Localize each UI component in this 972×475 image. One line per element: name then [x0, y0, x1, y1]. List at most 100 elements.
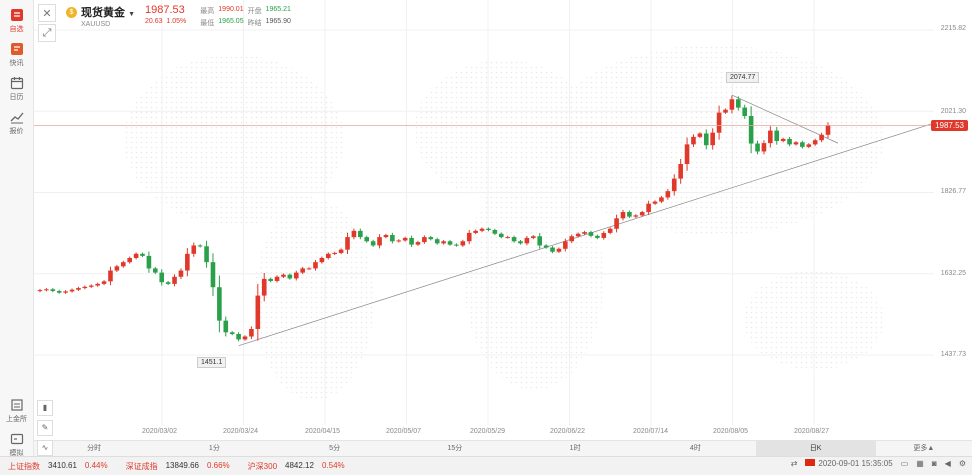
sidebar-item-quote[interactable]: 报价 — [0, 106, 33, 140]
candle-body — [511, 237, 517, 242]
x-tick: 2020/05/29 — [470, 428, 506, 435]
candle-body — [364, 237, 370, 242]
candle-body — [825, 125, 831, 135]
candle-body — [306, 268, 312, 270]
candle-body — [377, 237, 382, 246]
candle-body — [140, 253, 145, 256]
high-annotation: 2074.77 — [726, 72, 760, 83]
candle-body — [665, 191, 671, 198]
tab-period-4h[interactable]: 4时 — [635, 441, 755, 456]
candle-body — [697, 133, 703, 137]
close-icon: ✕ — [42, 7, 52, 20]
tab-period-5m[interactable]: 5分 — [275, 441, 395, 456]
candle-body — [736, 99, 741, 108]
y-tick: 2215.82 — [940, 25, 966, 32]
volume-icon[interactable]: ◀ — [945, 459, 951, 468]
candle-body — [768, 130, 773, 144]
index-value: 3410.61 — [48, 460, 77, 470]
settings-icon[interactable]: ⚙ — [959, 459, 966, 468]
window-icon[interactable]: ▭ — [901, 459, 909, 468]
tab-period-more[interactable]: 更多▲ — [876, 441, 972, 456]
candle-body — [332, 252, 337, 254]
datetime-text: 2020-09-01 15:35:05 — [818, 459, 893, 468]
index-ticker-hs300[interactable]: 沪深300 4842.12 0.54% — [248, 461, 345, 472]
sidebar-item-watchlist[interactable]: 自选 — [0, 4, 33, 38]
candle-body — [614, 218, 619, 229]
candle-body — [146, 255, 152, 269]
candle-body — [358, 230, 363, 238]
x-tick: 2020/04/15 — [305, 428, 341, 435]
candle-body — [293, 272, 299, 279]
draw-line-button[interactable]: ✎ — [37, 420, 53, 436]
tab-period-1m[interactable]: 1分 — [154, 441, 274, 456]
stat-label-open: 开盘 — [247, 8, 262, 15]
candle-body — [428, 237, 434, 240]
candle-body — [748, 115, 754, 144]
expand-button[interactable]: ⤢ — [38, 24, 56, 42]
close-button[interactable]: ✕ — [38, 4, 56, 22]
candlestick-chart[interactable] — [34, 0, 972, 440]
candle-body — [255, 295, 261, 329]
candle-body — [313, 262, 318, 269]
quote-icon — [10, 112, 23, 124]
layout-icon[interactable]: ▦ — [916, 459, 924, 468]
indicator-button[interactable]: ▮ — [37, 400, 53, 416]
sidebar-item-news[interactable]: 快讯 — [0, 38, 33, 72]
candle-body — [165, 282, 171, 284]
symbol-selector[interactable]: $ 现货黄金 ▼ XAUUSD — [66, 4, 135, 28]
stat-label-high: 最高 — [200, 8, 215, 15]
candle-body — [780, 138, 786, 142]
candle-body — [204, 246, 209, 263]
candle-body — [486, 228, 491, 230]
candle-body — [620, 212, 626, 219]
gold-coin-icon: $ — [66, 7, 77, 18]
tab-period-1h[interactable]: 1时 — [515, 441, 635, 456]
chart-type-button[interactable]: ∿ — [37, 440, 53, 456]
candle-body — [76, 288, 81, 290]
x-tick: 2020/03/24 — [223, 428, 259, 435]
tab-period-daily[interactable]: 日K — [755, 441, 876, 456]
candle-body — [153, 268, 158, 273]
index-name: 上证指数 — [8, 461, 40, 471]
candle-body — [300, 268, 305, 273]
candle-body — [383, 235, 389, 238]
candle-body — [703, 133, 709, 146]
connection-icon[interactable]: ⇄ — [791, 459, 798, 468]
candle-body — [197, 245, 203, 247]
simulate-icon — [10, 433, 23, 445]
candle-body — [351, 230, 357, 238]
candle-body — [422, 237, 427, 243]
price-stats: 最高 1990.01 开盘 1965.21 最低 1965.05 昨结 1965… — [200, 6, 291, 28]
news-icon — [10, 43, 23, 55]
pencil-icon: ✎ — [41, 423, 49, 432]
sidebar-item-sge[interactable]: 上金所 — [0, 394, 33, 428]
index-ticker-sh[interactable]: 上证指数 3410.61 0.44% — [8, 461, 108, 472]
candle-body — [325, 253, 331, 258]
candle-body — [249, 328, 254, 337]
candle-body — [633, 215, 639, 217]
candle-body — [159, 272, 165, 283]
calendar-icon — [10, 77, 23, 90]
chevron-down-icon: ▼ — [128, 11, 135, 18]
change-value: 20.63 — [145, 18, 163, 25]
candle-body — [563, 241, 568, 249]
tab-period-15m[interactable]: 15分 — [395, 441, 515, 456]
stat-label-prevclose: 昨结 — [247, 20, 262, 27]
candle-body — [37, 290, 43, 292]
stat-value-prevclose: 1965.90 — [265, 18, 291, 25]
candle-body — [537, 236, 543, 246]
candle-body — [652, 201, 658, 204]
candle-body — [441, 241, 446, 244]
index-ticker-sz[interactable]: 深证成指 13849.66 0.66% — [126, 461, 230, 472]
camera-icon[interactable]: ◙ — [932, 459, 937, 468]
candle-body — [582, 232, 587, 234]
candle-body — [82, 286, 88, 289]
datetime: 2020-09-01 15:35:05 — [805, 459, 893, 468]
candle-body — [229, 332, 235, 335]
candle-body — [595, 235, 600, 238]
sidebar-item-calendar[interactable]: 日历 — [0, 72, 33, 106]
candle-body — [659, 197, 664, 202]
candle-body — [646, 203, 651, 213]
candle-body — [454, 244, 459, 246]
candle-body — [370, 241, 376, 246]
